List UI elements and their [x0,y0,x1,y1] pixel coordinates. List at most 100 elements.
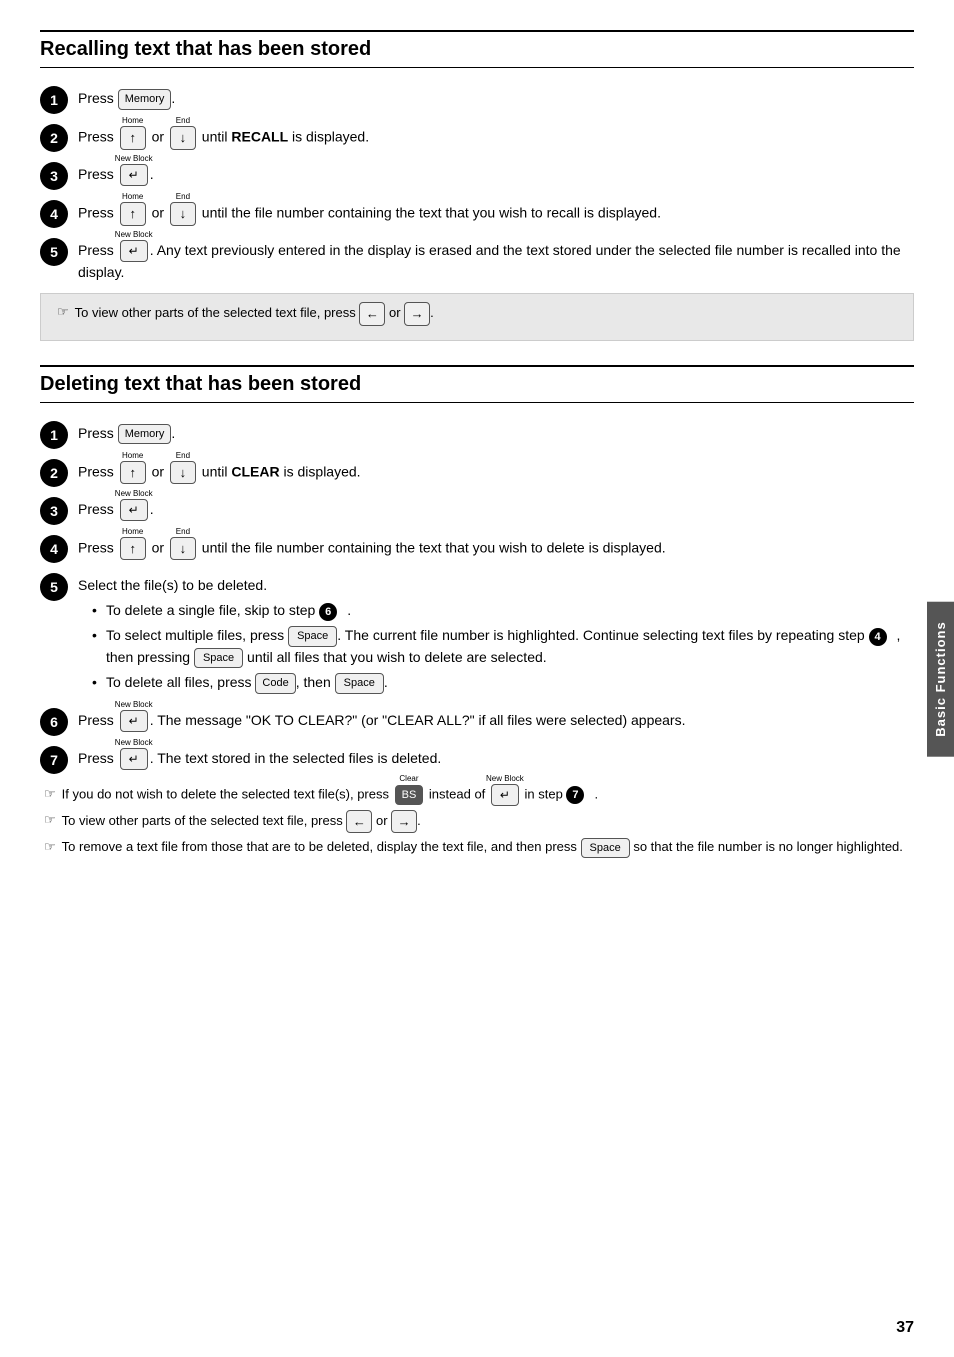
recall-word: RECALL [231,128,288,144]
code-key[interactable]: Code [255,673,295,694]
bs-key-label: Clear [399,773,418,785]
step-d-1-content: Press Memory. [78,421,914,445]
arrow-down-label-4: End [176,191,190,203]
enter-key-label-5: New Block [115,229,153,241]
step-1-recalling: 1 Press Memory. [40,86,914,114]
step-d-4-content: Press Home ↑ or End ↓ until the file num… [78,535,914,561]
step-1-deleting: 1 Press Memory. [40,421,914,449]
arrow-down-label-d4: End [176,526,190,538]
arrow-down-key-2[interactable]: End ↓ [170,126,196,150]
tip-row-recalling: ☞ To view other parts of the selected te… [53,302,901,326]
enter-key-label-d7: New Block [115,737,153,749]
step-5-bullets: To delete a single file, skip to step 6.… [78,600,914,694]
step-circle-4: 4 [40,200,68,228]
tip-row-d3: ☞ To remove a text file from those that … [40,837,914,858]
arrow-down-box: ↓ [170,126,196,150]
arrow-up-key-d4[interactable]: Home ↑ [120,537,146,561]
step-6-deleting: 6 Press New Block ↵ . The message "OK TO… [40,708,914,736]
arrow-up-key-4[interactable]: Home ↑ [120,202,146,226]
step-d-3-content: Press New Block ↵ . [78,497,914,521]
sidebar-tab: Basic Functions [927,601,954,756]
arrow-down-key-d2[interactable]: End ↓ [170,461,196,485]
arrow-down-box-d2: ↓ [170,461,196,485]
clear-word: CLEAR [231,463,279,479]
bs-key-wrap: Clear BS [395,784,424,806]
step-circle-2: 2 [40,124,68,152]
tip-content-d1: If you do not wish to delete the selecte… [62,784,914,806]
space-key-multi[interactable]: Space [288,626,337,647]
tip-content-d3: To remove a text file from those that ar… [62,837,914,858]
enter-key-box-d7: ↵ [120,748,148,770]
step-circle-1: 1 [40,86,68,114]
enter-key-label-d6: New Block [115,699,153,711]
step-d-circle-6: 6 [40,708,68,736]
right-arrow-key-tip[interactable]: → [404,302,430,326]
step-2-deleting: 2 Press Home ↑ or End ↓ until CLEAR is d… [40,459,914,487]
step-4-recalling: 4 Press Home ↑ or End ↓ until the file n… [40,200,914,228]
memory-key-d1[interactable]: Memory [118,424,172,445]
step-d-circle-1: 1 [40,421,68,449]
enter-key-box-tip: ↵ [491,784,519,806]
step-2-content: Press Home ↑ or End ↓ until RECALL is di… [78,124,914,150]
step-d-circle-3: 3 [40,497,68,525]
step-ref-4: 4 [869,628,887,646]
enter-key-box-d6: ↵ [120,710,148,732]
step-3-deleting: 3 Press New Block ↵ . [40,497,914,525]
bullet-single: To delete a single file, skip to step 6. [92,600,914,621]
space-key-tip[interactable]: Space [581,838,630,859]
arrow-up-key-2[interactable]: Home ↑ [120,126,146,150]
enter-key-3[interactable]: New Block ↵ [120,164,148,186]
enter-key-box: ↵ [120,164,148,186]
step-d-circle-4: 4 [40,535,68,563]
arrow-up-box-d4: ↑ [120,537,146,561]
arrow-down-label: End [176,115,190,127]
step-4-content: Press Home ↑ or End ↓ until the file num… [78,200,914,226]
memory-key-1[interactable]: Memory [118,89,172,110]
section-recalling: Recalling text that has been stored 1 Pr… [40,30,914,341]
step-7-deleting: 7 Press New Block ↵ . The text stored in… [40,746,914,774]
tip-icon-d2: ☞ [44,812,56,828]
tip-icon-d3: ☞ [44,839,56,855]
step-3-recalling: 3 Press New Block ↵ . [40,162,914,190]
arrow-up-label-4: Home [122,191,143,203]
arrow-up-box-d2: ↑ [120,461,146,485]
enter-key-5[interactable]: New Block ↵ [120,240,148,262]
bullet-multiple: To select multiple files, press Space. T… [92,625,914,668]
enter-key-box-5: ↵ [120,240,148,262]
step-d-5-content: Select the file(s) to be deleted. To del… [78,573,914,698]
left-arrow-key-d2[interactable]: ← [346,810,372,834]
bullet-all: To delete all files, press Code, then Sp… [92,672,914,694]
enter-key-tip[interactable]: New Block ↵ [491,784,519,806]
step-5-content: Press New Block ↵ . Any text previously … [78,238,914,283]
tip-box-recalling: ☞ To view other parts of the selected te… [40,293,914,341]
tip-content-recalling: To view other parts of the selected text… [75,302,901,326]
space-key-all[interactable]: Space [335,673,384,694]
right-arrow-key-d2[interactable]: → [391,810,417,834]
step-5-recalling: 5 Press New Block ↵ . Any text previousl… [40,238,914,283]
step-d-7-content: Press New Block ↵ . The text stored in t… [78,746,914,770]
arrow-down-key-d4[interactable]: End ↓ [170,537,196,561]
enter-key-d3[interactable]: New Block ↵ [120,499,148,521]
arrow-up-label-d2: Home [122,450,143,462]
arrow-up-label-d4: Home [122,526,143,538]
arrow-down-key-4[interactable]: End ↓ [170,202,196,226]
arrow-up-box: ↑ [120,126,146,150]
section-deleting: Deleting text that has been stored 1 Pre… [40,365,914,858]
step-ref-6: 6 [319,603,337,621]
arrow-down-label-d2: End [176,450,190,462]
left-arrow-key-tip[interactable]: ← [359,302,385,326]
arrow-up-key-d2[interactable]: Home ↑ [120,461,146,485]
enter-key-d6[interactable]: New Block ↵ [120,710,148,732]
enter-key-d7[interactable]: New Block ↵ [120,748,148,770]
tip-content-d2: To view other parts of the selected text… [62,810,914,834]
step-d-circle-5: 5 [40,573,68,601]
section-title-deleting: Deleting text that has been stored [40,365,914,403]
enter-key-box-d3: ↵ [120,499,148,521]
step-1-content: Press Memory. [78,86,914,110]
bs-key-box[interactable]: BS [395,785,424,806]
step-5-deleting: 5 Select the file(s) to be deleted. To d… [40,573,914,698]
arrow-up-box-4: ↑ [120,202,146,226]
page-number: 37 [896,1319,914,1337]
step-ref-7: 7 [566,786,584,804]
space-key-multi2[interactable]: Space [194,648,243,669]
